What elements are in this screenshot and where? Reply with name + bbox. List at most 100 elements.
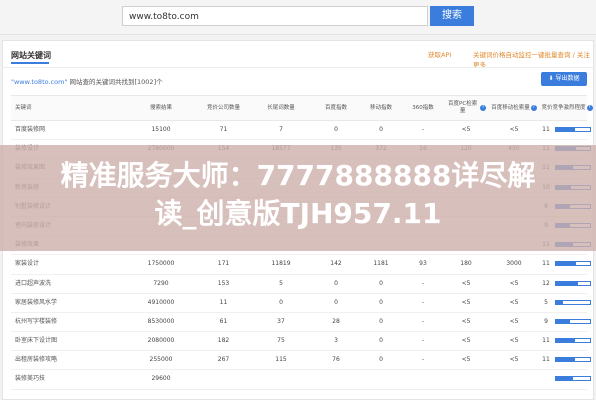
keyword-link[interactable]: 百度装修网 [15,121,45,139]
competition-bar [555,280,591,286]
competition-level-cell [539,370,553,388]
index-360-cell [403,370,443,388]
keyword-link[interactable]: 家居装修风水学 [15,294,57,312]
pc-volume-cell: <5 [461,126,471,133]
table-row: 出租房装修攻略 255000 267 115 76 0 - <5 <5 11 [11,351,591,371]
keyword-link[interactable]: 家装设计 [15,255,39,273]
longtail-cell: 0 [279,298,283,306]
mobile-index-cell: 0 [379,356,383,364]
competition-bar [555,338,591,344]
competition-bar-fill [556,128,575,131]
mobile-index-cell: 0 [379,126,383,133]
mobile-volume-cell [489,370,539,388]
search-results-cell: 4910000 [147,298,175,306]
longtail-cell: 75 [277,337,285,345]
index-360-cell: - [421,337,425,345]
index-360-cell: - [421,356,425,364]
bid-companies-cell: 171 [217,260,230,268]
header-pc-volume[interactable]: 百度PC检索量? [446,96,486,120]
index-360-cell: - [421,317,425,325]
header-mobile-volume[interactable]: 百度移动检索量? [489,96,539,120]
watermark-line-1: 精准服务大师：7777888888详尽解 [60,159,536,192]
baidu-index-cell: 3 [334,337,338,345]
pc-volume-cell: <5 [461,298,471,306]
keyword-link[interactable]: 卧室床下设计图 [15,332,57,350]
baidu-index-cell: 0 [334,298,338,306]
longtail-cell: 5 [279,279,283,287]
header-competition[interactable]: 竞价竞争激烈程度? [539,96,595,120]
competition-bar-fill [556,262,577,266]
bid-companies-cell: 182 [217,337,230,345]
keyword-link[interactable]: 杭州写字楼装修 [15,313,57,331]
bid-companies-cell: 153 [217,279,230,287]
watermark-line-2: 读_创意版TJH957.11 [154,197,442,230]
competition-bar [555,127,591,132]
search-results-cell: 2080000 [147,337,175,345]
help-icon[interactable]: ? [480,105,486,111]
pc-volume-cell: 180 [460,260,472,268]
table-header: 关键词 搜索结果 竞价公司数量 长尾词数量 百度指数 移动指数 360指数 百度… [11,95,593,121]
get-api-link[interactable]: 获取API [428,49,451,59]
bid-companies-cell: 61 [219,317,228,325]
help-icon[interactable]: ? [586,105,593,111]
result-summary: "www.to8to.com" 网站查的关键词共找到[1002]个 [11,76,163,86]
promo-link[interactable]: 关键词价格自动监控一键批量查询 / 关注更多 [473,49,593,69]
competition-bar-fill [556,358,575,362]
export-label: 导出数据 [555,75,580,82]
keyword-link[interactable]: 进口超声波洗 [15,275,51,293]
summary-query[interactable]: "www.to8to.com" [11,78,67,86]
competition-bar-fill [556,281,579,285]
header-longtail[interactable]: 长尾词数量 [251,96,311,120]
competition-bar-fill [556,377,573,381]
mobile-index-cell: 0 [379,337,383,345]
competition-bar [555,357,591,363]
competition-level-cell: 11 [542,356,550,364]
mobile-volume-cell: <5 [509,356,519,364]
competition-level-cell: 11 [542,337,550,345]
keyword-link[interactable]: 出租房装修攻略 [15,351,57,369]
competition-bar-fill [556,339,575,343]
competition-level-cell: 5 [544,298,548,306]
competition-bar-fill [556,300,563,304]
mobile-index-cell: 0 [379,279,383,287]
pc-volume-cell: <5 [461,356,471,364]
search-results-cell: 29600 [151,375,171,383]
header-bid-companies[interactable]: 竞价公司数量 [196,96,251,120]
mobile-volume-cell: <5 [509,317,519,325]
competition-bar [555,376,591,382]
baidu-index-cell: 0 [334,279,338,287]
pc-volume-cell: <5 [461,317,471,325]
pc-volume-cell: <5 [461,279,471,287]
search-results-cell: 8530000 [147,317,175,325]
competition-bar [555,299,591,305]
baidu-index-cell [316,370,356,388]
search-results-cell: 7290 [153,279,169,287]
longtail-cell: 7 [279,126,283,133]
index-360-cell: - [421,279,425,287]
header-360-index[interactable]: 360指数 [403,96,443,120]
search-button[interactable]: 搜索 [430,6,474,26]
keyword-link[interactable]: 装修美巧技 [15,370,45,388]
mobile-volume-cell: <5 [509,298,519,306]
search-input[interactable]: www.to8to.com [122,6,428,26]
baidu-index-cell: 142 [330,260,342,268]
bid-companies-cell: 267 [217,356,230,364]
competition-level-cell: 11 [542,126,550,133]
header-baidu-index[interactable]: 百度指数 [316,96,356,120]
table-row: 家居装修风水学 4910000 11 0 0 0 - <5 <5 5 [11,294,591,313]
index-360-cell: - [421,298,425,306]
baidu-index-cell: 0 [334,126,338,133]
header-keyword[interactable]: 关键词 [15,96,32,120]
table-row: 杭州写字楼装修 8530000 61 37 28 0 - <5 <5 9 [11,313,591,333]
search-results-cell: 15100 [151,126,171,133]
longtail-cell: 115 [275,356,287,364]
mobile-volume-cell: <5 [509,337,519,345]
header-mobile-index[interactable]: 移动指数 [361,96,401,120]
competition-level-cell: 11 [542,260,550,268]
header-search-results[interactable]: 搜索结果 [131,96,191,120]
competition-bar [555,318,591,324]
competition-level-cell: 9 [544,317,548,325]
export-button[interactable]: ⬇ 导出数据 [541,72,587,86]
table-row: 进口超声波洗 7290 153 5 0 0 - <5 <5 12 [11,275,591,294]
help-icon[interactable]: ? [530,105,537,111]
